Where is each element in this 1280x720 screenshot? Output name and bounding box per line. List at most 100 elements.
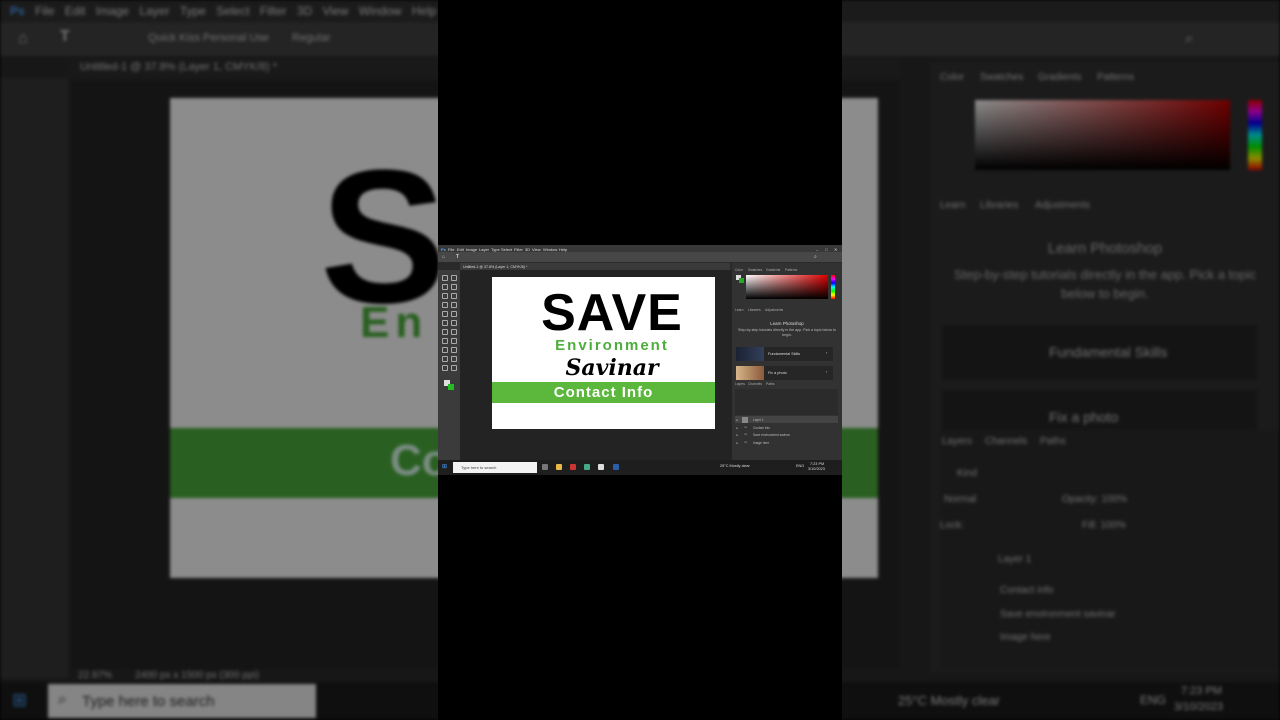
bg-menu-image[interactable]: Image [96, 4, 129, 18]
bg-font-style[interactable]: Regular [292, 32, 331, 44]
layer-row[interactable]: ● Layer 1 [735, 416, 838, 423]
eye-icon[interactable]: ● [736, 418, 738, 422]
bg-hue-slider[interactable] [1248, 100, 1262, 170]
marquee-tool-icon[interactable] [451, 275, 457, 281]
type-tool-icon[interactable]: T [60, 28, 70, 46]
bg-menu-file[interactable]: File [35, 4, 54, 18]
crop-tool-icon[interactable] [442, 293, 448, 299]
panel-bg-swatch[interactable] [739, 278, 744, 283]
bg-blend[interactable]: Normal [944, 494, 976, 505]
brush-tool-icon[interactable] [442, 311, 448, 317]
color-picker-field[interactable] [746, 275, 828, 299]
eye-icon[interactable]: ● [736, 441, 738, 445]
bg-menu-view[interactable]: View [323, 4, 349, 18]
lasso-tool-icon[interactable] [442, 284, 448, 290]
bg-menu-3d[interactable]: 3D [297, 4, 312, 18]
tab-paths[interactable]: Paths [766, 382, 774, 386]
tab-patterns[interactable]: Patterns [785, 268, 797, 272]
menu-window[interactable]: Window [543, 247, 557, 252]
background-color-swatch[interactable] [448, 384, 454, 390]
ps-search-icon[interactable]: ⌕ [814, 254, 817, 260]
file-explorer-icon[interactable] [556, 464, 562, 470]
tab-swatches[interactable]: Swatches [748, 268, 762, 272]
card-fundamental-skills[interactable]: Fundamental Skills › [736, 347, 833, 361]
eraser-tool-icon[interactable] [451, 320, 457, 326]
bg-menu-filter[interactable]: Filter [260, 4, 287, 18]
eyedropper-tool-icon[interactable] [442, 302, 448, 308]
menu-file[interactable]: File [448, 247, 454, 252]
taskbar-search[interactable]: Type here to search [453, 462, 537, 473]
menu-edit[interactable]: Edit [457, 247, 464, 252]
bg-kind[interactable]: Kind [957, 468, 977, 479]
bg-tab-libraries[interactable]: Libraries [980, 200, 1018, 211]
windows-start-icon[interactable]: ⊞ [12, 690, 27, 711]
bg-tab-patterns[interactable]: Patterns [1097, 72, 1134, 83]
bg-lang[interactable]: ENG [1140, 693, 1166, 707]
tab-learn[interactable]: Learn [735, 308, 743, 312]
tab-color[interactable]: Color [735, 268, 743, 272]
document-canvas[interactable]: SAVE Environment Savinar Contact Info [492, 277, 715, 429]
bg-menu-edit[interactable]: Edit [65, 4, 86, 18]
more-tools-icon[interactable] [451, 365, 457, 371]
bg-font-family[interactable]: Quick Kiss Personal Use [148, 32, 269, 44]
lang-indicator[interactable]: ENG [796, 464, 804, 468]
tab-layers[interactable]: Layers [735, 382, 745, 386]
bg-tab-paths[interactable]: Paths [1040, 436, 1066, 447]
frame-tool-icon[interactable] [451, 293, 457, 299]
bg-tab-swatches[interactable]: Swatches [980, 72, 1023, 83]
tab-libraries[interactable]: Libraries [748, 308, 761, 312]
tab-channels[interactable]: Channels [748, 382, 762, 386]
layer-row[interactable]: ● ▭ Save environment savinar [735, 431, 838, 438]
bg-layer-save[interactable]: Save environment savinar [1000, 609, 1116, 620]
menu-help[interactable]: Help [559, 247, 567, 252]
ps-doc-tab[interactable]: Untitled-1 @ 37.8% (Layer 1, CMYK/8) * [460, 263, 730, 270]
eye-icon[interactable]: ● [736, 426, 738, 430]
bg-layer-contact[interactable]: Contact info [1000, 585, 1053, 596]
menu-image[interactable]: Image [466, 247, 477, 252]
menu-type[interactable]: Type [491, 247, 500, 252]
photoshop-taskbar-icon[interactable] [613, 464, 619, 470]
dodge-tool-icon[interactable] [442, 338, 448, 344]
bg-tab-learn[interactable]: Learn [940, 200, 966, 211]
search-icon[interactable]: ⌕ [1185, 30, 1193, 47]
bg-tab-layers[interactable]: Layers [942, 436, 972, 447]
blur-tool-icon[interactable] [451, 329, 457, 335]
clock-date[interactable]: 3/10/2023 [808, 467, 825, 471]
app-icon[interactable] [570, 464, 576, 470]
ps-type-tool-icon[interactable]: T [456, 254, 459, 260]
ps-home-icon[interactable]: ⌂ [442, 254, 445, 260]
bg-tab-color[interactable]: Color [940, 72, 964, 83]
bg-tab-adjustments[interactable]: Adjustments [1035, 200, 1090, 211]
home-icon[interactable]: ⌂ [18, 30, 28, 48]
gradient-tool-icon[interactable] [442, 329, 448, 335]
layer-row[interactable]: ● ▭ Contact info [735, 424, 838, 431]
rect-tool-icon[interactable] [442, 356, 448, 362]
zoom-tool-icon[interactable] [442, 365, 448, 371]
close-icon[interactable]: ✕ [834, 247, 837, 252]
tab-gradients[interactable]: Gradients [766, 268, 780, 272]
hue-slider[interactable] [831, 275, 835, 299]
text-tool-icon[interactable] [442, 347, 448, 353]
history-brush-icon[interactable] [442, 320, 448, 326]
clock-time[interactable]: 7:23 PM [810, 462, 824, 466]
menu-layer[interactable]: Layer [479, 247, 489, 252]
hand-tool-icon[interactable] [451, 356, 457, 362]
chrome-icon[interactable] [584, 464, 590, 470]
maximize-icon[interactable]: □ [825, 247, 827, 252]
bg-fill[interactable]: Fill: 100% [1082, 520, 1126, 531]
select-tool-icon[interactable] [451, 284, 457, 290]
bg-card-fundamental[interactable]: Fundamental Skills [942, 325, 1257, 380]
menu-select[interactable]: Select [501, 247, 512, 252]
bg-taskbar-search[interactable]: ⌕ Type here to search [48, 684, 316, 718]
bg-opacity[interactable]: Opacity: 100% [1062, 494, 1127, 505]
bg-menu-window[interactable]: Window [359, 4, 402, 18]
bg-time[interactable]: 7:23 PM [1181, 685, 1222, 697]
bg-menu-help[interactable]: Help [412, 4, 437, 18]
layer-row[interactable]: ● ▭ Image here [735, 439, 838, 446]
minimize-icon[interactable]: – [816, 247, 818, 252]
bg-tab-gradients[interactable]: Gradients [1038, 72, 1081, 83]
bg-layer-1[interactable]: Layer 1 [998, 554, 1031, 565]
move-tool-icon[interactable] [442, 275, 448, 281]
weather-text[interactable]: 25°C Mostly clear [720, 464, 750, 468]
bg-menu-layer[interactable]: Layer [139, 4, 169, 18]
